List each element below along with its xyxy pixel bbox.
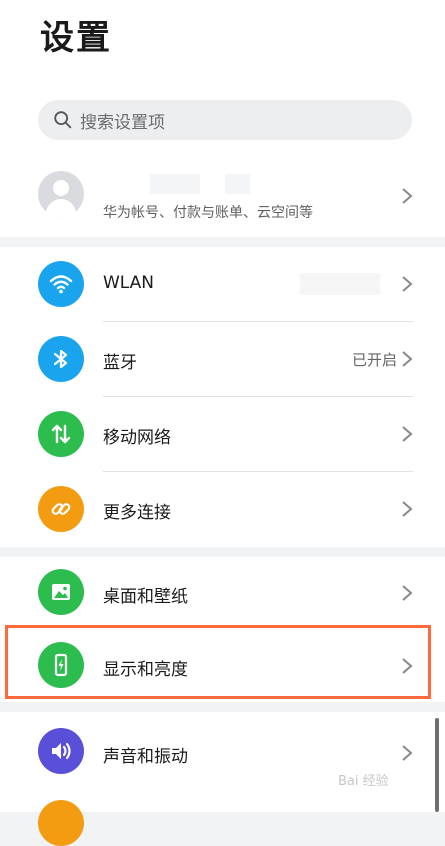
watermark: Bai 经验 [338, 774, 389, 789]
wallpaper-label: 桌面和壁纸 [103, 587, 188, 607]
more-connections-label: 更多连接 [103, 503, 171, 523]
top-section: 设置 搜索设置项 华为帐号、付款与账单、云空间等 [0, 0, 445, 237]
huawei-account-row[interactable]: 华为帐号、付款与账单、云空间等 [0, 162, 445, 228]
wlan-label: WLAN [103, 273, 155, 293]
chevron-right-icon [402, 188, 413, 204]
chevron-right-icon [402, 745, 413, 761]
mobile-network-label: 移动网络 [103, 428, 171, 448]
chevron-right-icon [402, 351, 413, 367]
account-subtitle: 华为帐号、付款与账单、云空间等 [103, 205, 313, 221]
wifi-icon [38, 261, 84, 307]
display-group: 桌面和壁纸 显示和亮度 [0, 557, 445, 702]
account-name-redacted [150, 174, 200, 194]
scrollbar[interactable] [435, 718, 439, 812]
sound-vibration-label: 声音和振动 [103, 747, 188, 767]
settings-item-wallpaper[interactable]: 桌面和壁纸 [0, 557, 445, 629]
account-name-redacted-2 [225, 174, 250, 194]
display-icon [38, 642, 84, 688]
settings-item-wlan[interactable]: WLAN [0, 247, 445, 322]
sound-group: 声音和振动 [0, 712, 445, 812]
settings-item-display-brightness[interactable]: 显示和亮度 [0, 629, 445, 702]
image-icon [38, 569, 84, 615]
settings-item-more-connections[interactable]: 更多连接 [0, 472, 445, 547]
chevron-right-icon [402, 501, 413, 517]
mobile-data-icon [38, 411, 84, 457]
wlan-network-redacted [300, 273, 380, 295]
connectivity-group: WLAN 蓝牙 已开启 移动网络 更多连接 [0, 247, 445, 547]
bluetooth-label: 蓝牙 [103, 353, 137, 373]
page-title: 设置 [40, 18, 112, 58]
chevron-right-icon [402, 585, 413, 601]
bluetooth-status: 已开启 [351, 351, 397, 369]
settings-item-bluetooth[interactable]: 蓝牙 已开启 [0, 322, 445, 397]
chevron-right-icon [402, 426, 413, 442]
speaker-icon [38, 728, 84, 774]
settings-item-mobile-network[interactable]: 移动网络 [0, 397, 445, 472]
display-brightness-label: 显示和亮度 [103, 660, 188, 680]
chevron-right-icon [402, 658, 413, 674]
chevron-right-icon [402, 276, 413, 292]
next-item-icon-partial [38, 800, 84, 846]
search-bar[interactable]: 搜索设置项 [38, 100, 412, 140]
search-icon [54, 111, 72, 129]
avatar-icon [38, 171, 84, 217]
search-placeholder: 搜索设置项 [80, 112, 165, 133]
link-icon [38, 486, 84, 532]
bluetooth-icon [38, 336, 84, 382]
